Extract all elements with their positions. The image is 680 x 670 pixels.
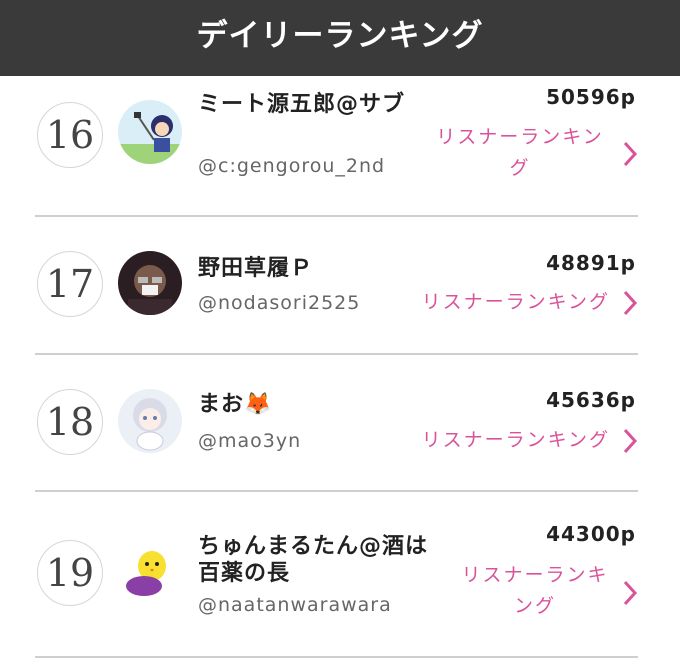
points-value: 44300p — [546, 522, 636, 546]
user-name[interactable]: 野田草履Ｐ — [198, 255, 313, 282]
user-handle: @nodasori2525 — [198, 292, 361, 314]
user-handle: @mao3yn — [198, 430, 302, 452]
listener-ranking-link[interactable]: リスナーランキング — [430, 122, 610, 184]
user-name[interactable]: まお🦊 — [198, 391, 272, 418]
user-handle: @c:gengorou_2nd — [198, 155, 386, 177]
listener-ranking-link[interactable]: リスナーランキング — [460, 560, 610, 622]
points-value: 45636p — [546, 388, 636, 412]
row-divider — [35, 353, 638, 355]
user-name[interactable]: ミート源五郎@サブ — [198, 91, 413, 118]
page-title: デイリーランキング — [196, 17, 484, 54]
row-divider — [35, 656, 638, 658]
chevron-right-icon[interactable] — [621, 579, 639, 607]
rank-badge: 18 — [37, 389, 103, 455]
header-bar: デイリーランキング — [0, 0, 680, 76]
avatar[interactable] — [118, 389, 182, 453]
listener-ranking-link[interactable]: リスナーランキング — [422, 287, 610, 318]
user-name[interactable]: ちゅんまるたん@酒は百薬の長 — [198, 533, 448, 587]
row-divider — [35, 490, 638, 492]
chevron-right-icon[interactable] — [621, 140, 639, 168]
rank-badge: 19 — [37, 540, 103, 606]
chevron-right-icon[interactable] — [621, 289, 639, 317]
points-value: 48891p — [546, 251, 636, 275]
avatar[interactable] — [118, 538, 182, 602]
rank-badge: 17 — [37, 251, 103, 317]
rank-badge: 16 — [37, 102, 103, 168]
avatar[interactable] — [118, 100, 182, 164]
user-handle: @naatanwarawara — [198, 594, 392, 616]
points-value: 50596p — [546, 85, 636, 109]
listener-ranking-link[interactable]: リスナーランキング — [422, 425, 610, 456]
row-divider — [35, 215, 638, 217]
avatar[interactable] — [118, 251, 182, 315]
chevron-right-icon[interactable] — [621, 427, 639, 455]
